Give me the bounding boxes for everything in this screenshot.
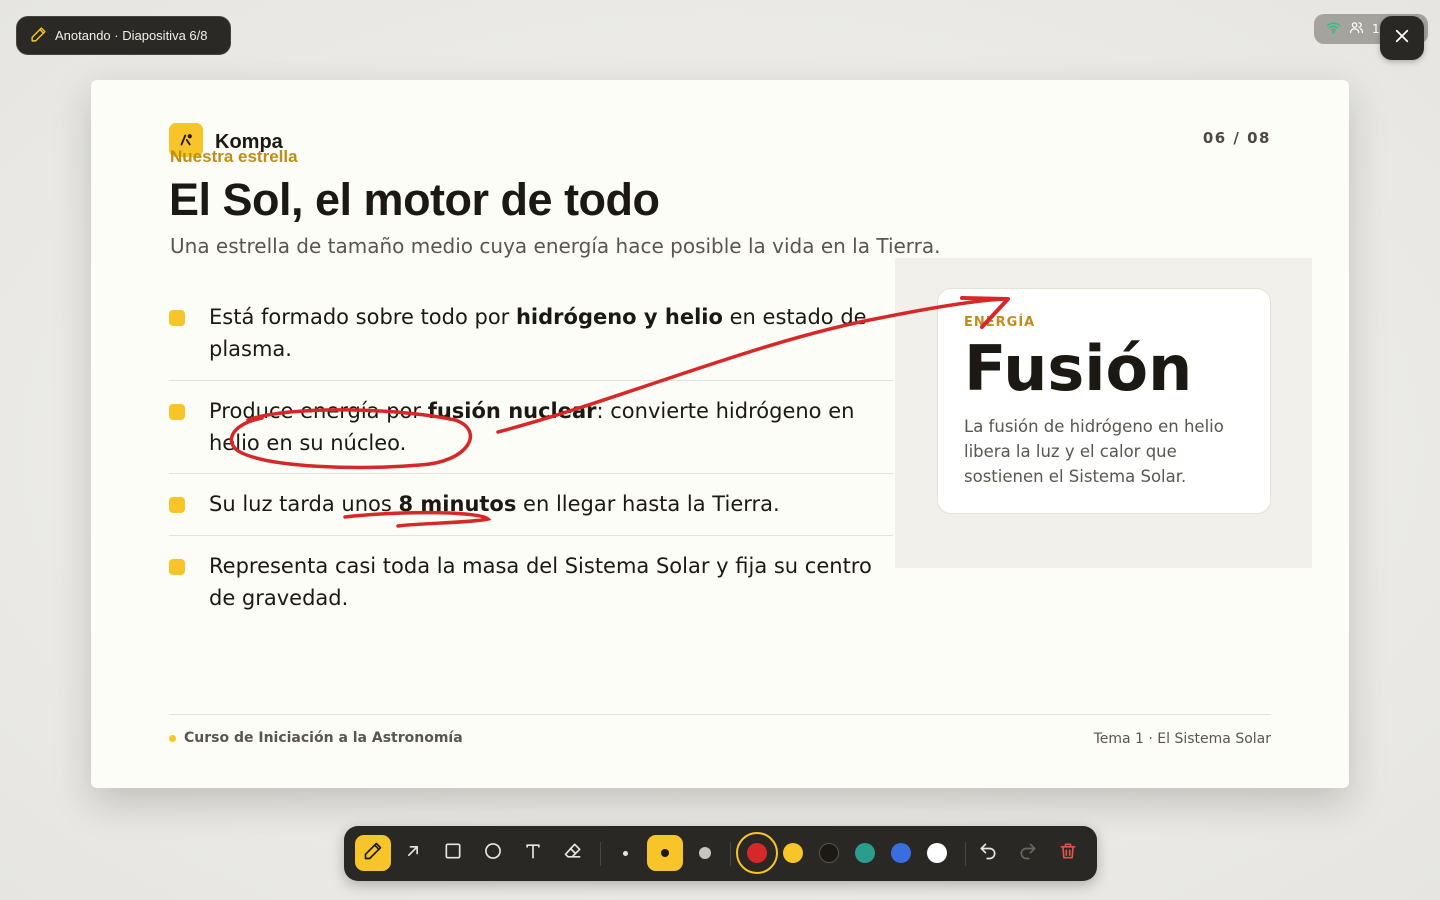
arrow-icon	[403, 841, 423, 865]
bullet-item: Está formado sobre todo por hidrógeno y …	[169, 286, 893, 381]
slide-counter: 06 / 08	[1202, 129, 1271, 147]
slide-title: El Sol, el motor de todo	[169, 174, 660, 225]
clear-annotations-button[interactable]	[1050, 835, 1086, 871]
toolbar-divider	[730, 842, 731, 866]
wifi-icon	[1326, 20, 1341, 38]
circle-icon	[483, 841, 503, 865]
footer-topic: Tema 1 · El Sistema Solar	[1093, 731, 1271, 747]
bullet-item: Su luz tarda unos 8 minutos en llegar ha…	[169, 474, 893, 536]
close-icon	[1393, 27, 1411, 49]
eraser-tool-button[interactable]	[555, 835, 591, 871]
people-icon	[1349, 20, 1364, 38]
bullet-marker	[169, 497, 185, 513]
bullet-text: Está formado sobre todo por hidrógeno y …	[209, 305, 867, 361]
stroke-size-small-button[interactable]	[607, 835, 643, 871]
slide-subtitle: Una estrella de tamaño medio cuya energí…	[170, 234, 941, 258]
color-red-swatch[interactable]	[747, 843, 767, 863]
bullet-text: Representa casi toda la masa del Sistema…	[209, 554, 872, 610]
color-blue-swatch[interactable]	[891, 843, 911, 863]
footer-course-label: Curso de Iniciación a la Astronomía	[184, 730, 463, 746]
bullet-marker	[169, 310, 185, 326]
stroke-size-medium-button[interactable]	[647, 835, 683, 871]
color-teal-swatch[interactable]	[855, 843, 875, 863]
stroke-large-dot	[699, 847, 711, 859]
highlight-panel: ENERGÍA Fusión La fusión de hidrógeno en…	[895, 258, 1312, 568]
bullet-marker	[169, 404, 185, 420]
bullet-text: Su luz tarda unos 8 minutos en llegar ha…	[209, 492, 780, 516]
color-black-swatch[interactable]	[819, 843, 839, 863]
card-title: Fusión	[964, 332, 1193, 405]
pencil-icon	[30, 26, 47, 46]
slide-kicker: Nuestra estrella	[170, 147, 298, 166]
footer-course: Curso de Iniciación a la Astronomía	[169, 730, 463, 746]
annotation-mode-label: Anotando · Diapositiva 6/8	[55, 28, 208, 43]
circle-tool-button[interactable]	[475, 835, 511, 871]
stroke-medium-dot	[661, 849, 669, 857]
color-white-swatch[interactable]	[927, 843, 947, 863]
eraser-icon	[563, 841, 583, 865]
color-yellow-swatch[interactable]	[783, 843, 803, 863]
energy-card: ENERGÍA Fusión La fusión de hidrógeno en…	[937, 288, 1271, 514]
toolbar-divider	[600, 842, 601, 866]
redo-icon	[1018, 841, 1038, 865]
text-icon	[523, 841, 543, 865]
footer-divider	[169, 714, 1271, 715]
undo-button[interactable]	[970, 835, 1006, 871]
bullet-item: Representa casi toda la masa del Sistema…	[169, 536, 893, 626]
toolbar-divider	[965, 842, 966, 866]
stroke-size-large-button[interactable]	[687, 835, 723, 871]
undo-icon	[978, 841, 998, 865]
footer-dot	[169, 734, 176, 742]
card-label: ENERGÍA	[964, 315, 1036, 330]
arrow-tool-button[interactable]	[395, 835, 431, 871]
bullet-item: Produce energía por fusión nuclear: conv…	[169, 381, 893, 474]
pen-tool-button[interactable]	[355, 835, 391, 871]
close-button[interactable]	[1380, 16, 1424, 60]
annotation-toolbar	[344, 826, 1097, 881]
card-text: La fusión de hidrógeno en helio libera l…	[964, 417, 1224, 486]
rectangle-icon	[443, 841, 463, 865]
slide: Kompa 06 / 08 Nuestra estrella El Sol, e…	[91, 80, 1349, 788]
bullet-text: Produce energía por fusión nuclear: conv…	[209, 399, 855, 455]
text-tool-button[interactable]	[515, 835, 551, 871]
stroke-small-dot	[622, 850, 628, 856]
rectangle-tool-button[interactable]	[435, 835, 471, 871]
bullet-marker	[169, 559, 185, 575]
redo-button[interactable]	[1010, 835, 1046, 871]
annotation-mode-pill: Anotando · Diapositiva 6/8	[16, 16, 231, 55]
bullet-list: Está formado sobre todo por hidrógeno y …	[169, 286, 893, 626]
trash-icon	[1058, 841, 1078, 865]
pen-icon	[363, 841, 383, 865]
